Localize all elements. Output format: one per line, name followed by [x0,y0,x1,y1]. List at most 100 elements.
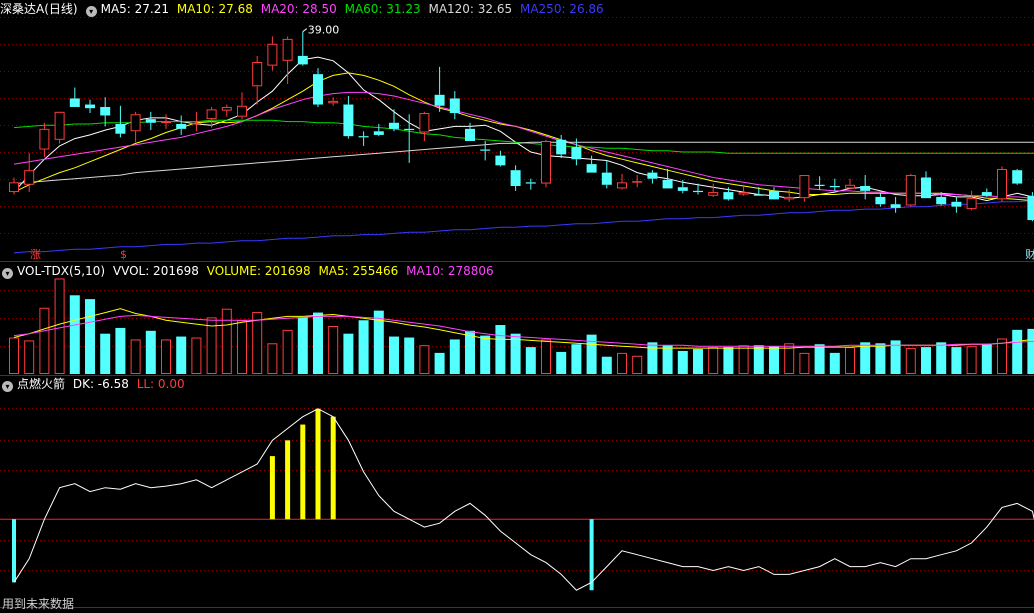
candle-body [662,179,673,189]
candle-body [571,147,582,160]
candle-body [282,38,293,61]
volume-bar [1012,329,1023,374]
volume-bar [936,342,947,374]
candle [1027,192,1034,222]
rocket-signal-bar [300,424,306,520]
stock-title: 深桑达A [0,2,45,16]
candle-body [39,128,50,150]
indicator-panel[interactable] [0,408,1034,602]
volume-bar [69,295,80,374]
candle [343,96,354,139]
volume-bar [799,352,810,375]
volume-bar [221,308,232,374]
candle-body [525,182,536,184]
candle [100,97,111,127]
rocket-signal-bar [330,416,336,520]
volume-bar [495,325,506,374]
candle-body [54,111,65,140]
candlestick-panel[interactable] [9,31,1034,254]
volume-bar [951,347,962,374]
candle [495,150,506,167]
volume-bar [358,320,369,374]
candle [54,111,65,144]
volume-bar [571,344,582,374]
volume-bar [191,337,202,374]
candle [404,114,415,163]
period-label: (日线) [44,2,78,16]
volume-bar [875,343,886,374]
candle-body [997,168,1007,200]
volume-bar [328,326,339,374]
candle-body [343,104,354,137]
volume-bar [1027,328,1034,374]
volume-bar [39,307,50,375]
candle-body [404,128,415,131]
candle-body [677,187,688,191]
candle-body [708,192,719,196]
volume-panel[interactable] [9,278,1034,375]
volume-bar [693,349,703,374]
volume-bar [465,330,475,374]
ma120-readout: MA120: 32.65 [428,2,513,16]
candle-body [221,106,232,111]
candle-body [115,123,126,134]
candle-body [69,98,80,107]
volume-bar [617,352,627,375]
ind-indicator-name[interactable]: 点燃火箭 [17,377,65,391]
volume-bar [449,339,460,374]
volume-bar [130,339,141,375]
volume-bar [601,356,612,374]
volume-readout: VOLUME: 201698 [206,264,311,278]
settings-circle-icon[interactable]: ▾ [2,268,13,279]
candle [966,190,977,211]
candle [769,187,779,200]
candle-body [328,100,339,104]
candle [373,123,384,137]
candle-body [981,192,992,196]
volume-bar [905,348,916,374]
candle-body [130,114,141,132]
candle-body [829,185,840,188]
volume-bar [845,347,855,374]
candle-body [510,170,521,186]
candle-body [389,122,399,129]
candle-body [541,141,551,184]
volume-bar [738,345,749,375]
stock-chart-canvas[interactable]: 39.0022.56涨$财跌榜LDJJ [0,0,1034,613]
candle-body [465,128,475,142]
settings-circle-icon[interactable]: ▾ [85,6,97,17]
vol-indicator-name[interactable]: VOL-TDX(5,10) [17,264,105,278]
candle-body [586,164,597,173]
candle [951,196,962,213]
ll-readout: LL: 0.00 [136,377,185,391]
rocket-signal-bar [315,408,321,520]
candle-body [1012,170,1023,184]
candle-body [951,201,962,207]
candle [510,165,521,191]
rocket-signal-bar [269,456,275,520]
volume-bar [85,299,95,374]
candle [221,104,232,117]
candle-body [434,94,445,106]
candle-body [9,182,19,193]
ma5-readout: MA5: 27.21 [100,2,170,16]
candle-body [24,170,35,185]
candle-body [237,105,247,117]
candle [586,155,597,173]
candle-body [905,175,916,206]
vol-ma5-readout: MA5: 255466 [318,264,399,278]
candle [434,66,445,112]
indicator-panel-header: ▾ 点燃火箭 DK: -6.58 LL: 0.00 [0,376,189,392]
candle [845,178,855,190]
candle [267,36,278,71]
candle-body [799,175,810,199]
volume-bar [419,345,430,375]
settings-circle-icon[interactable]: ▾ [2,381,13,392]
volume-bar [921,347,931,374]
candle-body [480,149,491,151]
ma-line-ma60 [13,119,1034,154]
volume-bar [525,347,536,374]
dk-readout: DK: -6.58 [72,377,129,391]
candle [85,99,95,114]
candle-body [191,122,202,125]
